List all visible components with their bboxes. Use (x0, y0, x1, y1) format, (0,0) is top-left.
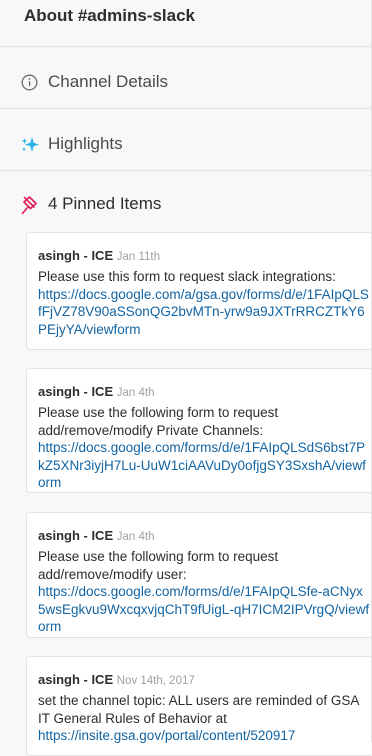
pinned-message[interactable]: asingh - ICE Jan 11th Please use this fo… (26, 232, 371, 350)
message-author[interactable]: asingh - ICE (38, 672, 113, 687)
message-text: Please use the following form to request… (38, 405, 279, 438)
message-author[interactable]: asingh - ICE (38, 248, 113, 263)
message-text: Please use this form to request slack in… (38, 269, 336, 284)
panel-title: About #admins-slack (24, 6, 195, 25)
message-timestamp[interactable]: Jan 11th (117, 251, 160, 263)
message-text: Please use the following form to request… (38, 549, 279, 582)
message-timestamp[interactable]: Jan 4th (117, 387, 155, 399)
pin-icon (21, 196, 37, 215)
message-link[interactable]: https://docs.google.com/a/gsa.gov/forms/… (38, 287, 369, 337)
message-link[interactable]: https://docs.google.com/forms/d/e/1FAIpQ… (38, 584, 369, 634)
pinned-items-section[interactable]: 4 Pinned Items (0, 170, 371, 233)
message-timestamp[interactable]: Jan 4th (117, 531, 155, 543)
info-circle-icon (21, 74, 38, 91)
pinned-message[interactable]: asingh - ICE Jan 4th Please use the foll… (26, 512, 371, 638)
message-link[interactable]: https://insite.gsa.gov/portal/content/52… (38, 728, 295, 743)
message-text: set the channel topic: ALL users are rem… (38, 693, 359, 726)
panel-header: About #admins-slack (0, 0, 372, 46)
message-link[interactable]: https://docs.google.com/forms/d/e/1FAIpQ… (38, 440, 366, 490)
message-body: Please use the following form to request… (38, 548, 370, 636)
pinned-items-list: asingh - ICE Jan 11th Please use this fo… (0, 232, 371, 756)
message-body: Please use this form to request slack in… (38, 268, 370, 338)
channel-details-label: Channel Details (48, 72, 169, 91)
highlights-label: Highlights (48, 134, 123, 153)
message-body: Please use the following form to request… (38, 404, 370, 492)
channel-details-section[interactable]: Channel Details (0, 46, 371, 117)
message-timestamp[interactable]: Nov 14th, 2017 (117, 675, 195, 687)
message-body: set the channel topic: ALL users are rem… (38, 692, 370, 745)
sparkle-icon (21, 137, 39, 152)
pinned-message[interactable]: asingh - ICE Nov 14th, 2017 set the chan… (26, 656, 371, 756)
message-author[interactable]: asingh - ICE (38, 528, 113, 543)
pinned-items-label: 4 Pinned Items (48, 194, 162, 213)
message-author[interactable]: asingh - ICE (38, 384, 113, 399)
highlights-section[interactable]: Highlights (0, 108, 371, 179)
pinned-message[interactable]: asingh - ICE Jan 4th Please use the foll… (26, 368, 371, 493)
